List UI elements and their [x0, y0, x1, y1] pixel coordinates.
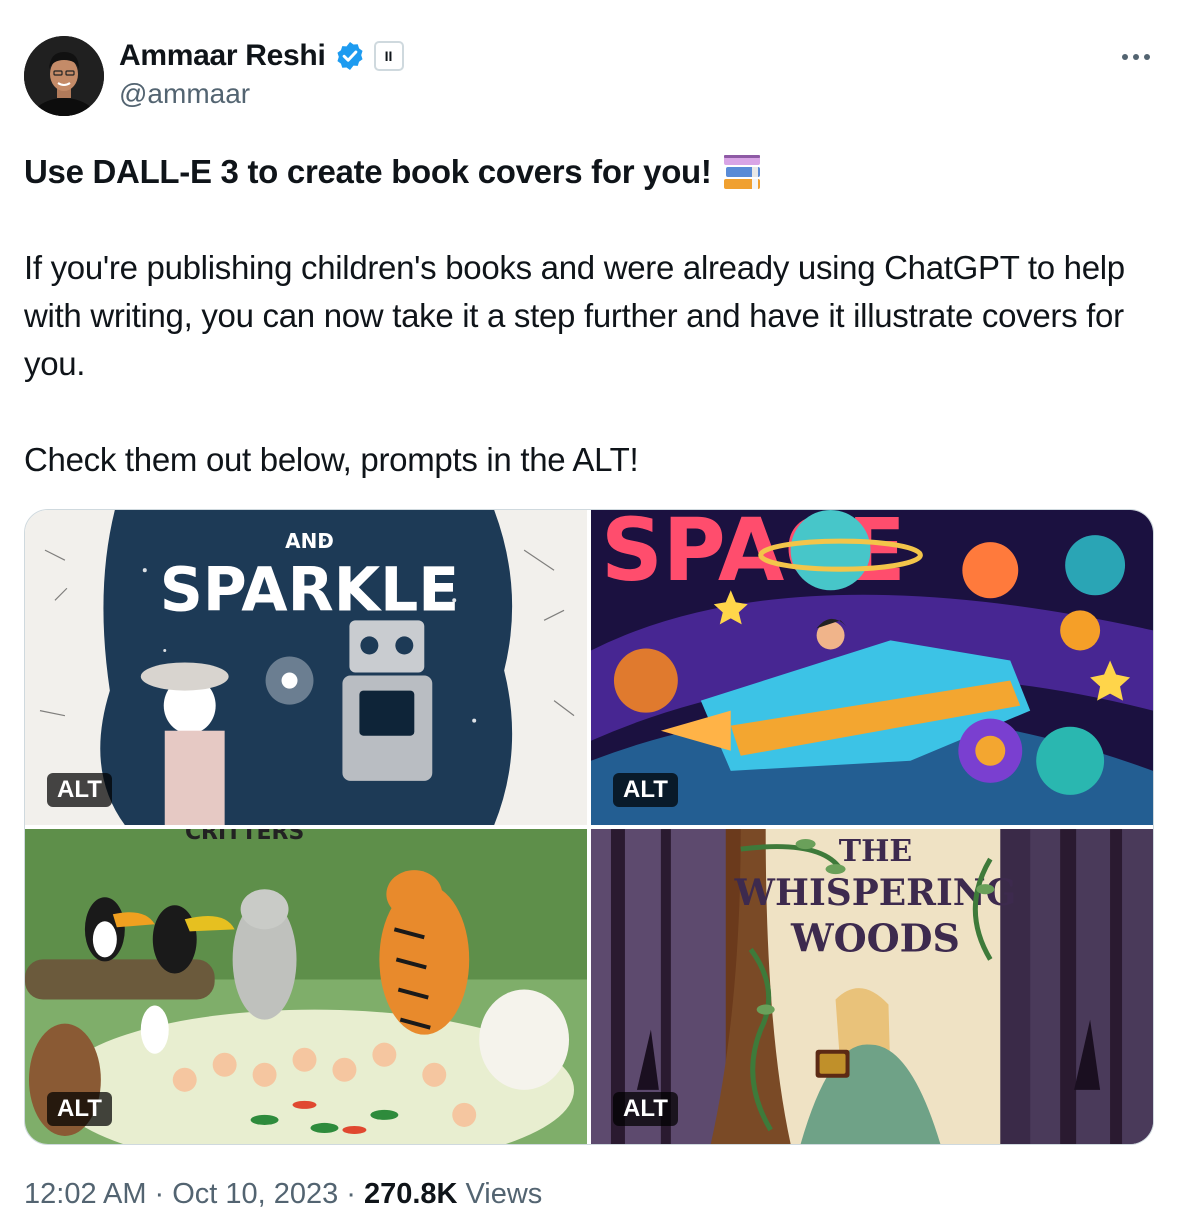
alt-badge-4[interactable]: ALT [613, 1092, 678, 1126]
author-name-row: Ammaar Reshi II [119, 36, 404, 76]
tweet-meta: 12:02 AM · Oct 10, 2023 · 270.8K Views [24, 1178, 542, 1211]
views-label: Views [465, 1178, 543, 1210]
cover-1-and-text: AND [285, 529, 334, 553]
cover-4-title-line2: WOODS [790, 915, 960, 960]
cover-1-title-text: SPARKLE [160, 555, 459, 625]
more-options-button[interactable] [1114, 40, 1158, 74]
media-image-1[interactable]: AND SPARKLE ALT [25, 510, 587, 825]
affiliation-badge-icon[interactable]: II [373, 41, 404, 71]
avatar[interactable] [24, 36, 104, 116]
cover-3-title-text: CRITTERS [185, 829, 304, 845]
books-emoji-icon [723, 155, 760, 189]
more-dot-icon [1122, 54, 1128, 60]
tweet-paragraph-2: Check them out below, prompts in the ALT… [24, 441, 639, 478]
more-dot-icon [1133, 54, 1139, 60]
views-count[interactable]: 270.8K [364, 1178, 458, 1211]
tweet-headline-line: Use DALL-E 3 to create book covers for y… [24, 148, 1156, 196]
author-handle[interactable]: @ammaar [119, 78, 250, 110]
media-image-2[interactable]: SPACE ALT [591, 510, 1153, 825]
alt-badge-2[interactable]: ALT [613, 773, 678, 807]
meta-separator: · [154, 1178, 165, 1210]
more-dot-icon [1144, 54, 1150, 60]
media-grid: AND SPARKLE ALT SPACE ALT CRITTERS ALT T… [24, 509, 1154, 1145]
media-image-4[interactable]: THE WHISPERING WOODS ALT [591, 829, 1153, 1144]
tweet-headline: Use DALL-E 3 to create book covers for y… [24, 153, 712, 190]
author-display-name[interactable]: Ammaar Reshi [119, 39, 326, 73]
alt-badge-3[interactable]: ALT [47, 1092, 112, 1126]
cover-4-the-text: THE [839, 834, 912, 869]
tweet-paragraph-1: If you're publishing children's books an… [24, 249, 1125, 382]
verified-badge-icon[interactable] [334, 40, 366, 72]
meta-separator: · [346, 1178, 356, 1210]
media-image-3[interactable]: CRITTERS ALT [25, 829, 587, 1144]
tweet-text: Use DALL-E 3 to create book covers for y… [24, 148, 1156, 484]
avatar-image [24, 36, 104, 116]
alt-badge-1[interactable]: ALT [47, 773, 112, 807]
tweet-date[interactable]: Oct 10, 2023 [172, 1178, 338, 1211]
tweet-time[interactable]: 12:02 AM [24, 1178, 147, 1211]
